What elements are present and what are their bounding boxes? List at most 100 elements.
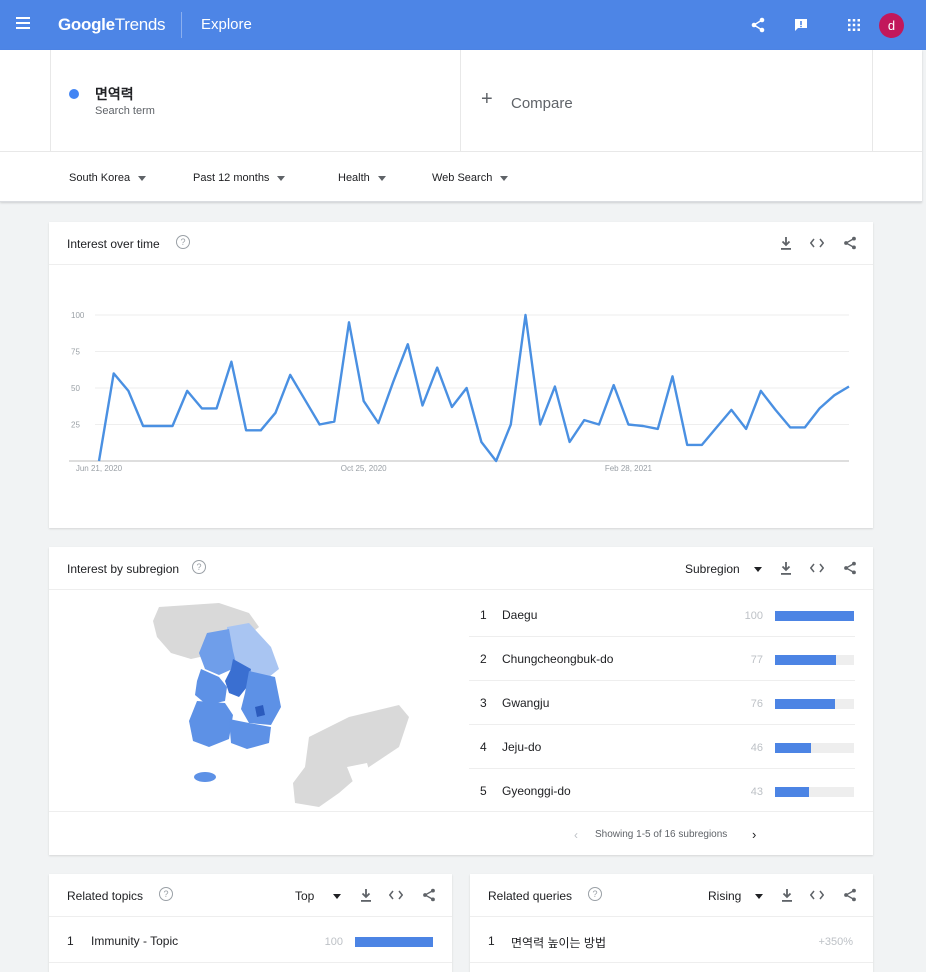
data-point[interactable] [535, 420, 545, 430]
time-filter[interactable]: Past 12 months [193, 172, 286, 184]
google-trends-logo[interactable]: GoogleTrends [58, 15, 166, 35]
subregion-row[interactable]: 3 Gwangju 76 [469, 681, 855, 725]
data-point[interactable] [829, 390, 839, 400]
share-icon[interactable] [841, 559, 859, 577]
avatar[interactable]: d [879, 13, 904, 38]
feedback-icon[interactable] [789, 13, 813, 37]
data-point[interactable] [565, 437, 575, 447]
data-point[interactable] [359, 396, 369, 406]
data-point[interactable] [623, 420, 633, 430]
data-point[interactable] [109, 368, 119, 378]
data-point[interactable] [94, 456, 104, 466]
related-query-row[interactable]: 1 면역력 높이는 방법 +350% [470, 919, 873, 963]
value-bar-fill [775, 743, 812, 753]
data-point[interactable] [770, 405, 780, 415]
share-icon[interactable] [420, 886, 438, 904]
data-point[interactable] [462, 383, 472, 393]
value-bar [775, 787, 854, 797]
data-point[interactable] [697, 440, 707, 450]
data-point[interactable] [418, 401, 428, 411]
share-icon[interactable] [841, 234, 859, 252]
data-point[interactable] [329, 417, 339, 427]
data-point[interactable] [212, 403, 222, 413]
data-point[interactable] [447, 402, 457, 412]
caret-down-icon[interactable] [333, 894, 341, 899]
data-point[interactable] [682, 440, 692, 450]
data-point[interactable] [520, 310, 530, 320]
data-point[interactable] [373, 418, 383, 428]
data-point[interactable] [403, 339, 413, 349]
data-point[interactable] [609, 380, 619, 390]
search-term-card[interactable]: 면역력 Search term [50, 50, 461, 151]
data-point[interactable] [315, 420, 325, 430]
data-point[interactable] [726, 405, 736, 415]
data-point[interactable] [638, 421, 648, 431]
data-point[interactable] [594, 420, 604, 430]
data-point[interactable] [241, 425, 251, 435]
share-icon[interactable] [746, 13, 770, 37]
caret-down-icon[interactable] [755, 894, 763, 899]
caret-down-icon[interactable] [754, 567, 762, 572]
data-point[interactable] [653, 424, 663, 434]
south-korea-region-map[interactable] [109, 597, 409, 807]
subregion-row[interactable]: 2 Chungcheongbuk-do 77 [469, 637, 855, 681]
topics-view-dropdown[interactable]: Top [295, 889, 314, 903]
data-point[interactable] [138, 421, 148, 431]
data-point[interactable] [476, 437, 486, 447]
data-point[interactable] [844, 382, 854, 392]
data-point[interactable] [226, 357, 236, 367]
next-page-icon[interactable]: › [752, 827, 756, 842]
data-point[interactable] [491, 456, 501, 466]
data-point[interactable] [123, 386, 133, 396]
subregion-row[interactable]: 4 Jeju-do 46 [469, 725, 855, 769]
data-point[interactable] [712, 422, 722, 432]
data-point[interactable] [506, 420, 516, 430]
value-bar [775, 743, 854, 753]
data-point[interactable] [197, 403, 207, 413]
data-point[interactable] [300, 395, 310, 405]
data-point[interactable] [168, 421, 178, 431]
data-point[interactable] [800, 422, 810, 432]
download-icon[interactable] [357, 886, 375, 904]
related-topic-row[interactable]: 1 Immunity - Topic 100 [49, 919, 452, 963]
data-point[interactable] [285, 370, 295, 380]
data-point[interactable] [815, 403, 825, 413]
help-icon[interactable]: ? [192, 560, 206, 574]
download-icon[interactable] [778, 886, 796, 904]
search-term[interactable]: 면역력 [95, 84, 134, 104]
data-point[interactable] [256, 425, 266, 435]
subregion-row[interactable]: 1 Daegu 100 [469, 593, 855, 637]
embed-icon[interactable] [808, 886, 826, 904]
search-type-filter[interactable]: Web Search [432, 172, 509, 184]
apps-grid-icon[interactable] [842, 13, 866, 37]
download-icon[interactable] [777, 559, 795, 577]
compare-button[interactable]: + Compare [461, 50, 873, 151]
region-filter[interactable]: South Korea [69, 172, 147, 184]
subregion-row[interactable]: 5 Gyeonggi-do 43 [469, 769, 855, 813]
data-point[interactable] [388, 377, 398, 387]
embed-icon[interactable] [387, 886, 405, 904]
data-point[interactable] [741, 424, 751, 434]
help-icon[interactable]: ? [588, 887, 602, 901]
data-point[interactable] [270, 408, 280, 418]
menu-icon[interactable] [16, 17, 30, 29]
help-icon[interactable]: ? [176, 235, 190, 249]
data-point[interactable] [182, 386, 192, 396]
embed-icon[interactable] [808, 234, 826, 252]
data-point[interactable] [344, 317, 354, 327]
download-icon[interactable] [777, 234, 795, 252]
data-point[interactable] [153, 421, 163, 431]
share-icon[interactable] [841, 886, 859, 904]
data-point[interactable] [432, 363, 442, 373]
data-point[interactable] [668, 371, 678, 381]
resolution-dropdown[interactable]: Subregion [685, 562, 740, 576]
category-filter[interactable]: Health [338, 172, 386, 184]
embed-icon[interactable] [808, 559, 826, 577]
data-point[interactable] [785, 422, 795, 432]
data-point[interactable] [756, 386, 766, 396]
queries-view-dropdown[interactable]: Rising [708, 889, 741, 903]
help-icon[interactable]: ? [159, 887, 173, 901]
data-point[interactable] [550, 382, 560, 392]
data-point[interactable] [579, 415, 589, 425]
previous-page-icon[interactable]: ‹ [574, 828, 578, 842]
